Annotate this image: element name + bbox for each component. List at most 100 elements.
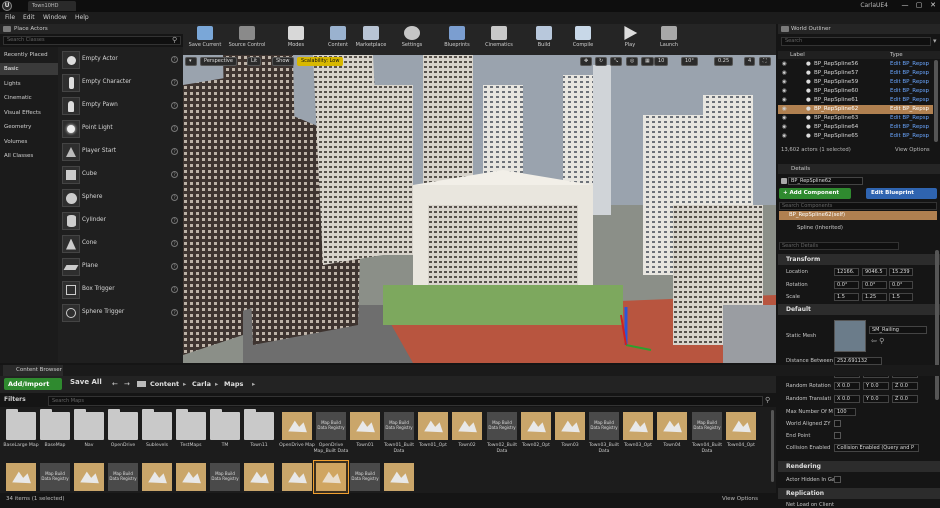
edit-blueprint-button[interactable]: Edit Blueprint — [866, 188, 937, 199]
row-type-link[interactable]: Edit BP_Repsp — [890, 96, 929, 105]
category-recently-placed[interactable]: Recently Placed — [0, 49, 58, 61]
help-icon[interactable]: ? — [171, 309, 178, 316]
content-button[interactable]: Content — [323, 25, 353, 54]
actor-item[interactable]: Empty Character? — [60, 72, 181, 94]
scale-x[interactable]: 1.5 — [834, 293, 859, 301]
map-asset[interactable] — [282, 463, 312, 491]
level-viewport[interactable]: ▾ Perspective Lit Show Scalability: Low … — [183, 55, 776, 363]
menu-help[interactable]: Help — [75, 14, 89, 21]
actor-item[interactable]: Point Light? — [60, 118, 181, 140]
outliner-row[interactable]: ◉ ● BP_RepSpline59 Edit BP_Repsp — [778, 78, 933, 87]
build-data-asset[interactable]: Map Build Data Registry — [210, 463, 240, 491]
outliner-search-input[interactable]: Search — [781, 37, 931, 46]
outliner-row[interactable]: ◉ ● BP_RepSpline64 Edit BP_Repsp — [778, 123, 933, 132]
type-column-header[interactable]: Type — [890, 52, 903, 58]
content-browser-tab[interactable]: Content Browser — [0, 365, 940, 376]
grid-snap-value[interactable]: 10 — [654, 57, 669, 66]
visibility-eye-icon[interactable]: ◉ — [782, 123, 787, 132]
actor-item[interactable]: Plane? — [60, 256, 181, 278]
folder-icon[interactable] — [40, 409, 70, 440]
asset-search-input[interactable]: Search Maps — [48, 396, 763, 406]
outliner-scrollbar[interactable] — [934, 60, 938, 142]
outliner-row[interactable]: ◉ ● BP_RepSpline63 Edit BP_Repsp — [778, 114, 933, 123]
build-data-asset[interactable]: Map Build Data Registry — [692, 412, 722, 440]
viewport-options-button[interactable]: ▾ — [185, 57, 197, 66]
row-type-link[interactable]: Edit BP_Repsp — [890, 105, 929, 114]
outliner-row[interactable]: ◉ ● BP_RepSpline65 Edit BP_Repsp — [778, 132, 933, 141]
folder-icon[interactable] — [210, 409, 240, 440]
perspective-button[interactable]: Perspective — [200, 57, 237, 66]
rotation-y[interactable]: 0.0° — [862, 281, 887, 289]
static-mesh-field[interactable]: SM_Railing — [869, 326, 927, 334]
scale-tool-icon[interactable]: ⤡ — [610, 57, 623, 66]
surface-snap-icon[interactable]: ▦ — [641, 57, 654, 66]
map-asset[interactable] — [74, 463, 104, 491]
help-icon[interactable]: ? — [171, 286, 178, 293]
scale-y[interactable]: 1.25 — [862, 293, 887, 301]
collision-dropdown[interactable]: Collision Enabled (Query and P — [834, 444, 919, 452]
outliner-row[interactable]: ◉ ● BP_RepSpline62 Edit BP_Repsp — [778, 105, 933, 114]
menu-window[interactable]: Window — [43, 14, 67, 21]
help-icon[interactable]: ? — [171, 125, 178, 132]
row-type-link[interactable]: Edit BP_Repsp — [890, 114, 929, 123]
build-data-asset[interactable]: Map Build Data Registry — [589, 412, 619, 440]
transform-section[interactable]: Transform — [778, 254, 940, 265]
random-trans-y[interactable]: Y 0.0 — [863, 395, 889, 403]
minimize-button[interactable]: — — [898, 0, 912, 11]
build-data-asset[interactable]: Map Build Data Registry — [350, 463, 380, 491]
launch-button[interactable]: Launch — [653, 25, 685, 54]
breadcrumb-carla[interactable]: Carla — [192, 380, 211, 388]
map-asset[interactable] — [521, 412, 551, 440]
actor-item[interactable]: Cube? — [60, 164, 181, 186]
folder-icon[interactable] — [6, 409, 36, 440]
menu-edit[interactable]: Edit — [23, 14, 35, 21]
max-number-field[interactable]: 100 — [834, 408, 856, 416]
visibility-eye-icon[interactable]: ◉ — [782, 96, 787, 105]
actor-item[interactable]: Sphere Trigger? — [60, 302, 181, 324]
category-cinematic[interactable]: Cinematic — [0, 92, 58, 104]
rotate-tool-icon[interactable]: ↻ — [595, 57, 608, 66]
browse-icon[interactable]: ⇦ ⚲ — [871, 337, 884, 345]
mesh-thumbnail[interactable] — [834, 320, 866, 352]
visibility-eye-icon[interactable]: ◉ — [782, 87, 787, 96]
details-tab[interactable]: Details — [778, 164, 940, 174]
location-x[interactable]: 12166. — [834, 268, 859, 276]
add-import-button[interactable]: Add/Import — [4, 378, 62, 390]
category-basic[interactable]: Basic — [0, 63, 58, 75]
category-all-classes[interactable]: All Classes — [0, 150, 58, 162]
visibility-eye-icon[interactable]: ◉ — [782, 105, 787, 114]
lit-button[interactable]: Lit — [247, 57, 262, 66]
scale-z[interactable]: 1.5 — [889, 293, 913, 301]
build-data-asset[interactable]: Map Build Data Registry — [487, 412, 517, 440]
replication-section[interactable]: Replication — [778, 488, 940, 499]
rotation-z[interactable]: 0.0° — [889, 281, 913, 289]
folder-icon[interactable] — [176, 409, 206, 440]
map-asset[interactable] — [384, 463, 414, 491]
menu-file[interactable]: File — [5, 14, 15, 21]
map-asset[interactable] — [418, 412, 448, 440]
world-outliner-tab[interactable]: World Outliner — [778, 24, 940, 34]
random-trans-z[interactable]: Z 0.0 — [892, 395, 918, 403]
marketplace-button[interactable]: Marketplace — [353, 25, 389, 54]
map-asset[interactable] — [350, 412, 380, 440]
visibility-eye-icon[interactable]: ◉ — [782, 114, 787, 123]
back-arrow-icon[interactable]: ← — [112, 380, 118, 388]
actor-item[interactable]: Box Trigger? — [60, 279, 181, 301]
category-geometry[interactable]: Geometry — [0, 121, 58, 133]
visibility-eye-icon[interactable]: ◉ — [782, 78, 787, 87]
row-type-link[interactable]: Edit BP_Repsp — [890, 87, 929, 96]
map-asset[interactable] — [282, 412, 312, 440]
close-button[interactable]: ✕ — [926, 0, 940, 11]
row-type-link[interactable]: Edit BP_Repsp — [890, 78, 929, 87]
row-type-link[interactable]: Edit BP_Repsp — [890, 69, 929, 78]
map-asset[interactable] — [623, 412, 653, 440]
end-point-checkbox[interactable] — [834, 432, 841, 439]
distance-field[interactable]: 252.691132 — [834, 357, 882, 365]
outliner-row[interactable]: ◉ ● BP_RepSpline60 Edit BP_Repsp — [778, 87, 933, 96]
build-data-asset[interactable]: Map Build Data Registry — [40, 463, 70, 491]
camera-speed-value[interactable]: 4 — [744, 57, 756, 66]
help-icon[interactable]: ? — [171, 102, 178, 109]
build-data-asset[interactable]: Map Build Data Registry — [108, 463, 138, 491]
help-icon[interactable]: ? — [171, 263, 178, 270]
visibility-eye-icon[interactable]: ◉ — [782, 132, 787, 141]
